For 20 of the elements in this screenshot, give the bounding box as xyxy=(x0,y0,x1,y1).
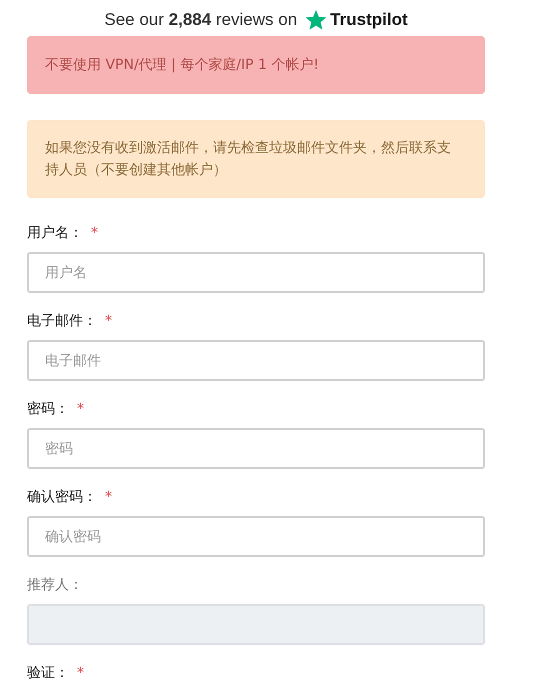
required-asterisk: * xyxy=(105,489,112,505)
reviews-text: See our 2,884 reviews on xyxy=(104,10,298,30)
input-field[interactable]: 用户名 xyxy=(27,252,485,293)
warning-alert: 如果您没有收到激活邮件，请先检查垃圾邮件文件夹，然后联系支持人员（不要创建其他帐户） xyxy=(27,120,485,198)
field-label: 用户名： xyxy=(27,224,83,242)
field-label: 确认密码： xyxy=(27,488,97,506)
field-label: 电子邮件： xyxy=(27,312,97,330)
star-icon xyxy=(305,9,328,31)
required-asterisk: * xyxy=(77,401,84,417)
brand-name: Trustpilot xyxy=(330,10,408,30)
field-label: 推荐人： xyxy=(27,576,83,594)
input-field[interactable]: 电子邮件 xyxy=(27,340,485,381)
error-alert: 不要使用 VPN/代理 | 每个家庭/IP 1 个帐户! xyxy=(27,36,485,94)
field-label: 密码： xyxy=(27,400,69,418)
input-field[interactable]: 确认密码 xyxy=(27,516,485,557)
required-asterisk: * xyxy=(77,665,84,681)
required-asterisk: * xyxy=(105,313,112,329)
field-label: 验证： xyxy=(27,664,69,682)
required-asterisk: * xyxy=(91,225,98,241)
input-field[interactable]: 密码 xyxy=(27,428,485,469)
